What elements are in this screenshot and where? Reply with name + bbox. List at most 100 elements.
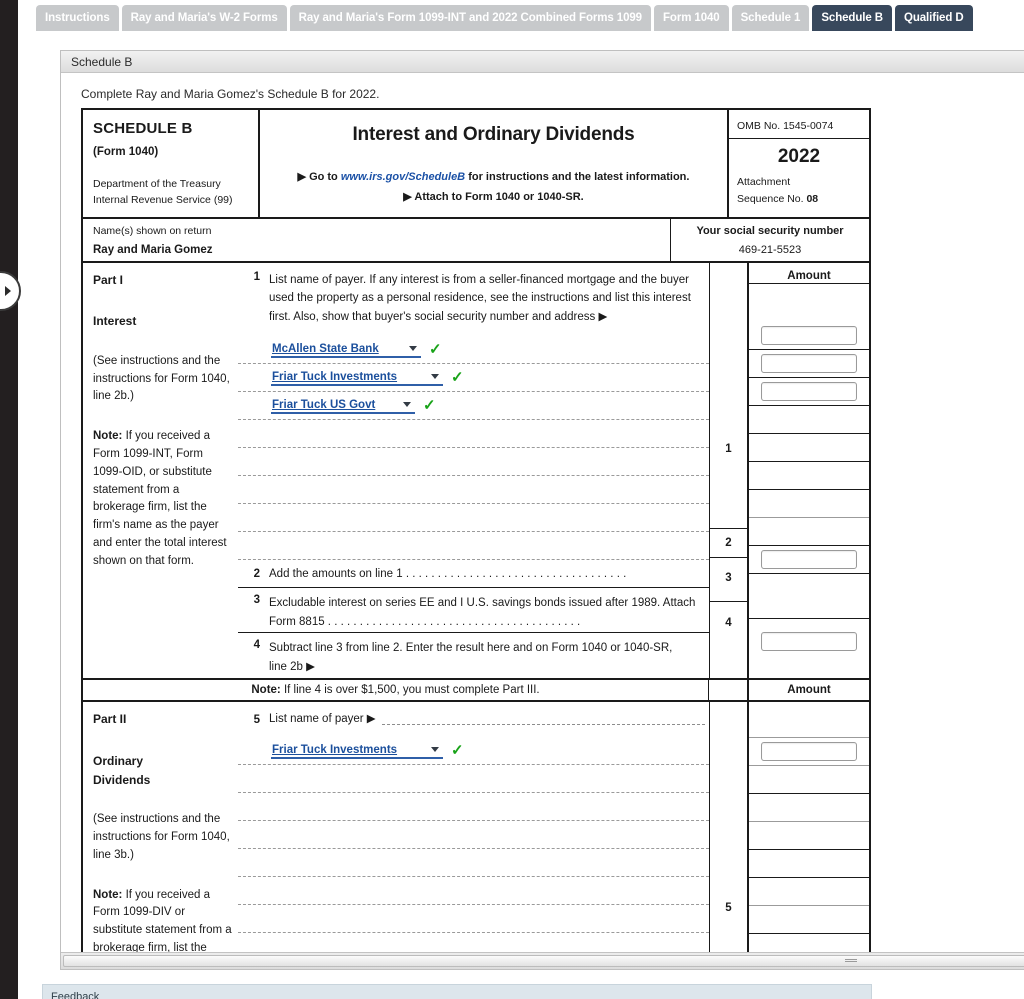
- irs-scheduleb-link[interactable]: www.irs.gov/ScheduleB: [341, 171, 465, 183]
- dividend-payer-dropdown-1-value: Friar Tuck Investments: [272, 743, 398, 756]
- amount-cell-payer-2: [749, 350, 869, 378]
- blank-dividend-line[interactable]: [238, 765, 709, 794]
- note-row-spacer: [708, 680, 747, 701]
- payer-row: Friar Tuck Investments ✓: [238, 364, 709, 393]
- payer-dropdown-1-value: McAllen State Bank: [272, 342, 379, 355]
- ssn-cell: Your social security number 469-21-5523: [671, 219, 869, 261]
- amount-input-payer-3[interactable]: [761, 381, 857, 401]
- line-4-text: Subtract line 3 from line 2. Enter the r…: [269, 639, 705, 676]
- amount-input-payer-1[interactable]: [761, 325, 857, 345]
- amount-input-line-2[interactable]: [761, 549, 857, 569]
- amount-spacer: [749, 284, 869, 322]
- horizontal-scrollbar[interactable]: [61, 952, 1024, 969]
- tab-qualified-dividends[interactable]: Qualified D: [894, 5, 973, 31]
- chevron-down-icon: [428, 743, 441, 756]
- line-2-row: 2 Add the amounts on line 1 . . . . . . …: [238, 560, 709, 589]
- part-2-see-instructions: (See instructions and the instructions f…: [93, 813, 230, 861]
- part-1-section: Part I Interest (See instructions and th…: [83, 262, 869, 679]
- line-4-row: 4 Subtract line 3 from line 2. Enter the…: [238, 633, 709, 678]
- blank-dividend-line[interactable]: [238, 877, 709, 906]
- line-3-text: Excludable interest on series EE and I U…: [269, 594, 705, 631]
- payer-row: Friar Tuck US Govt ✓: [238, 392, 709, 421]
- part-1-amount-column: Amount: [747, 262, 869, 679]
- attach-to-line: ▶ Attach to Form 1040 or 1040-SR.: [403, 191, 584, 203]
- amount-input-line-4[interactable]: [761, 631, 857, 651]
- amount-cell-blank: [749, 462, 869, 490]
- part-2-note-label: Note:: [93, 888, 123, 901]
- sequence-label: Sequence No.: [737, 192, 807, 205]
- payer-dropdown-1[interactable]: McAllen State Bank: [271, 341, 421, 359]
- amount-cell-line-2: [749, 546, 869, 574]
- tab-w2-forms[interactable]: Ray and Maria's W-2 Forms: [121, 5, 287, 31]
- amount-cell-blank: [749, 766, 869, 795]
- amount-cell-line-3: [749, 574, 869, 619]
- tab-schedule-1[interactable]: Schedule 1: [731, 5, 810, 31]
- line-3-row: 3 Excludable interest on series EE and I…: [238, 588, 709, 634]
- chevron-down-icon: [400, 398, 413, 411]
- line-4-number: 4: [253, 639, 260, 652]
- part-1-note-label: Note:: [93, 430, 123, 443]
- line-3-marker: 3: [710, 556, 747, 602]
- name-cell: Name(s) shown on return Ray and Maria Go…: [83, 218, 671, 261]
- blank-dividend-line[interactable]: [238, 821, 709, 850]
- part-1-see-instructions: (See instructions and the instructions f…: [93, 354, 230, 403]
- part-1-note-text: If you received a Form 1099-INT, Form 10…: [93, 430, 227, 567]
- amount-input-dividend-payer-1[interactable]: [761, 742, 857, 762]
- amount-cell-payer-3: [749, 378, 869, 406]
- taxpayer-name: Ray and Maria Gomez: [93, 243, 213, 256]
- tab-1099int-combined[interactable]: Ray and Maria's Form 1099-INT and 2022 C…: [289, 5, 651, 31]
- blank-dividend-line[interactable]: [238, 849, 709, 878]
- line-4-marker: 4: [710, 601, 747, 646]
- line-2-text: Add the amounts on line 1 . . . . . . . …: [269, 567, 627, 580]
- blank-payer-line[interactable]: [238, 476, 709, 505]
- part-3-note-row: Note: If line 4 is over $1,500, you must…: [83, 678, 869, 703]
- goto-line: ▶ Go to www.irs.gov/ScheduleB for instru…: [268, 170, 719, 183]
- scrollbar-thumb[interactable]: [63, 955, 1024, 967]
- part-2-label-column: Part II Ordinary Dividends (See instruct…: [83, 702, 238, 969]
- attachment-sequence: Attachment Sequence No. 08: [729, 170, 869, 214]
- tab-instructions[interactable]: Instructions: [36, 5, 119, 31]
- ssn-value: 469-21-5523: [738, 243, 802, 256]
- line-3-text-b: Form 8815 . . . . . . . . . . . . . . . …: [269, 616, 581, 629]
- amount-input-payer-2[interactable]: [761, 353, 857, 373]
- chevron-right-icon: [1, 284, 15, 298]
- schedule-name: SCHEDULE B: [93, 120, 193, 137]
- payer-dropdown-3[interactable]: Friar Tuck US Govt: [271, 397, 415, 415]
- dividend-payer-dropdown-1[interactable]: Friar Tuck Investments: [271, 742, 443, 760]
- goto-suffix: for instructions and the latest informat…: [465, 171, 690, 183]
- blank-dividend-line[interactable]: [238, 793, 709, 822]
- amount-cell-blank: [749, 822, 869, 851]
- amount-cell-blank: [749, 406, 869, 434]
- name-ssn-row: Name(s) shown on return Ray and Maria Go…: [83, 218, 869, 263]
- amount-cell-line-4: [749, 619, 869, 664]
- payer-dropdown-2[interactable]: Friar Tuck Investments: [271, 369, 443, 387]
- payer-row: McAllen State Bank ✓: [238, 336, 709, 365]
- department-block: Department of the Treasury Internal Reve…: [93, 176, 250, 209]
- line-5-row: 5 List name of payer ▶: [238, 702, 709, 729]
- line-2-marker-text: 2: [725, 536, 732, 549]
- masthead-right: OMB No. 1545-0074 2022 Attachment Sequen…: [729, 110, 869, 217]
- blank-payer-line[interactable]: [238, 504, 709, 533]
- panel-instruction-text: Complete Ray and Maria Gomez's Schedule …: [81, 87, 380, 101]
- blank-payer-line[interactable]: [238, 532, 709, 561]
- goto-prefix: ▶ Go to: [297, 171, 341, 183]
- amount-cell-payer-1: [749, 322, 869, 350]
- validated-check-icon: ✓: [451, 369, 464, 387]
- feedback-title: Feedback: [51, 991, 100, 999]
- chevron-down-icon: [428, 370, 441, 383]
- ssn-label: Your social security number: [696, 224, 844, 237]
- blank-payer-line[interactable]: [238, 448, 709, 477]
- amount-cell-blank: [749, 518, 869, 546]
- form-reference: (Form 1040): [93, 146, 159, 158]
- sequence-number: 08: [806, 192, 819, 205]
- tab-form-1040[interactable]: Form 1040: [653, 5, 729, 31]
- blank-payer-line[interactable]: [238, 420, 709, 449]
- panel-header-title: Schedule B: [61, 51, 1024, 73]
- tab-schedule-b[interactable]: Schedule B: [812, 5, 892, 31]
- line-1-marker: 1: [725, 442, 732, 455]
- part-2-section: Part II Ordinary Dividends (See instruct…: [83, 702, 869, 969]
- line-1-text: List name of payer. If any interest is f…: [269, 273, 691, 323]
- blank-dividend-line[interactable]: [238, 905, 709, 934]
- amount-cell-dividend-payer-1: [749, 738, 869, 767]
- part-2-line-number-column: 5: [709, 702, 747, 969]
